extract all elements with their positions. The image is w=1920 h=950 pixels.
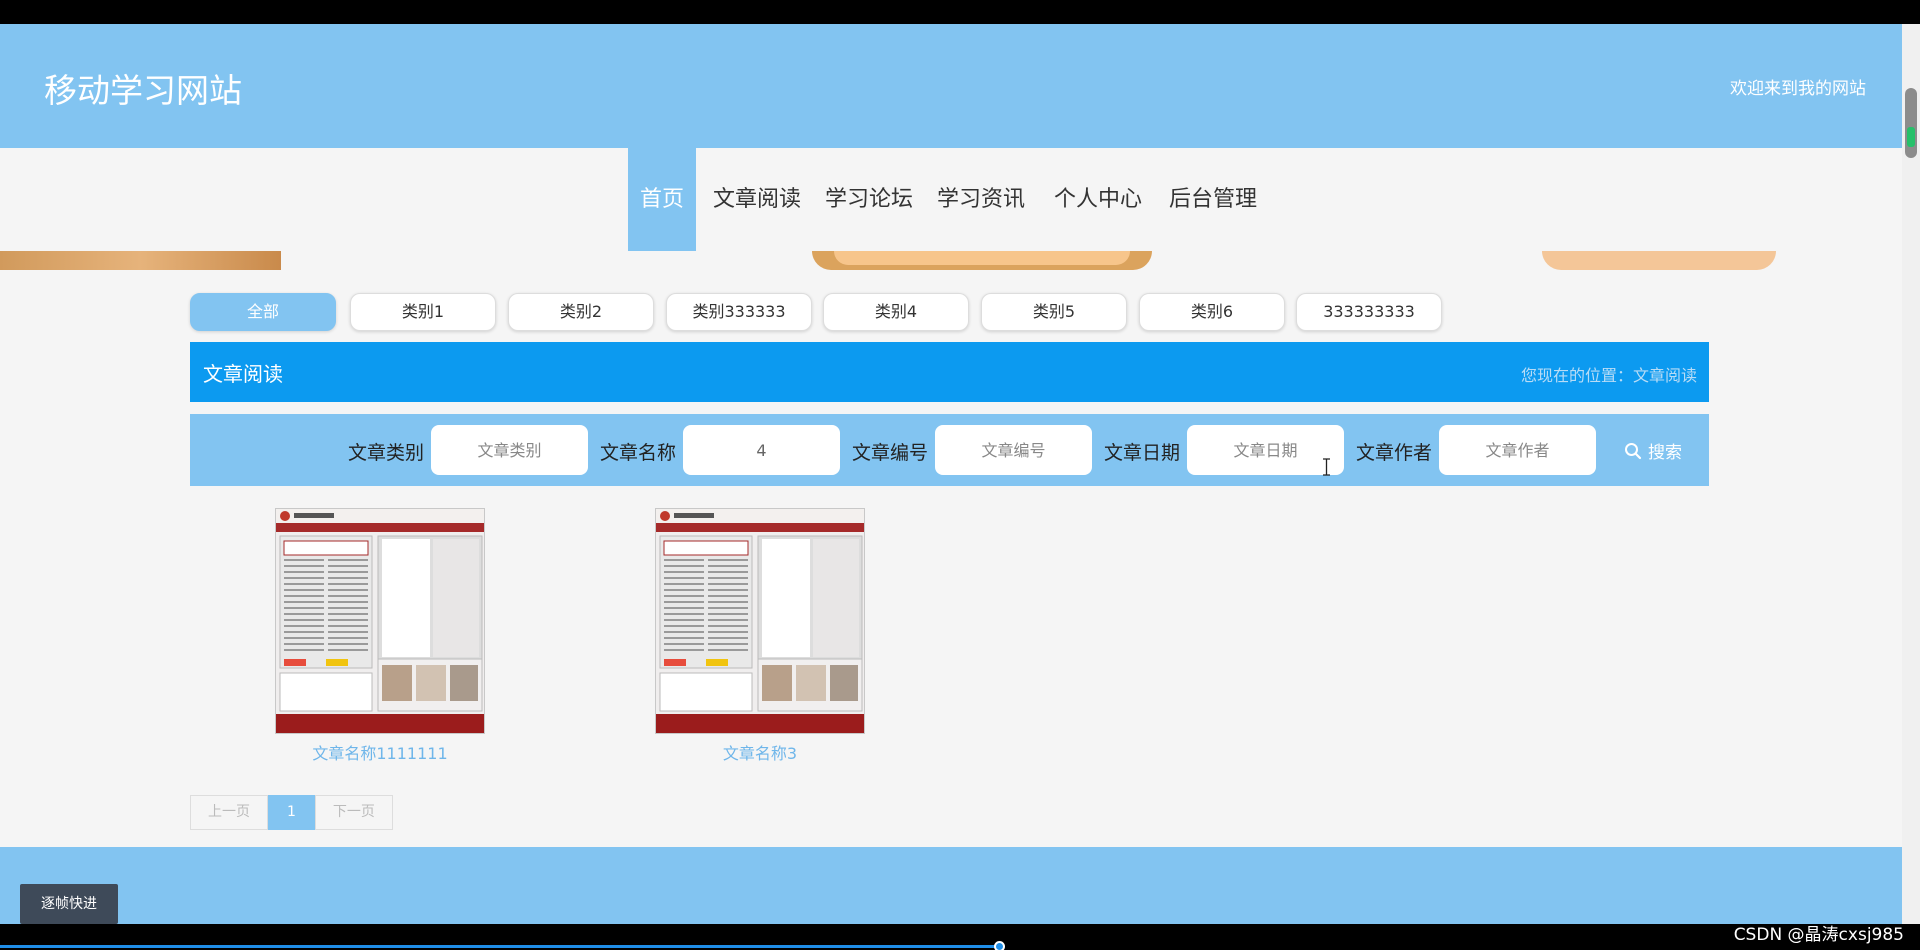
- search-bar: 文章类别 文章名称 文章编号 文章日期 文章作者 搜索: [190, 414, 1709, 486]
- category-tab[interactable]: 类别5: [981, 293, 1127, 331]
- category-tab[interactable]: 类别1: [350, 293, 496, 331]
- category-tab[interactable]: 类别333333: [666, 293, 812, 331]
- pagination-prev[interactable]: 上一页: [190, 795, 268, 830]
- category-tab[interactable]: 类别6: [1139, 293, 1285, 331]
- video-progress-handle[interactable]: [994, 941, 1005, 950]
- newspaper-thumbnail-image: [276, 509, 484, 733]
- search-label-name: 文章名称: [600, 442, 677, 464]
- search-icon: [1625, 442, 1642, 459]
- article-title[interactable]: 文章名称1111111: [275, 740, 485, 764]
- search-input-name[interactable]: [683, 425, 840, 475]
- banner-image: [1542, 251, 1776, 270]
- category-tab[interactable]: 类别2: [508, 293, 654, 331]
- banner-carousel[interactable]: [0, 251, 1902, 270]
- site-title[interactable]: 移动学习网站: [44, 64, 242, 112]
- frame-advance-button[interactable]: 逐帧快进: [20, 884, 118, 924]
- search-label-category: 文章类别: [348, 442, 425, 464]
- banner-image: [0, 251, 281, 270]
- text-cursor-icon: [1323, 458, 1330, 476]
- main-nav: 首页 文章阅读 学习论坛 学习资讯 个人中心 后台管理: [0, 148, 1902, 251]
- search-input-date[interactable]: [1187, 425, 1344, 475]
- nav-item-home[interactable]: 首页: [628, 148, 697, 251]
- newspaper-thumbnail-image: [656, 509, 864, 733]
- nav-item-profile[interactable]: 个人中心: [1042, 148, 1154, 251]
- article-card[interactable]: 文章名称1111111: [275, 508, 485, 764]
- browser-viewport: 移动学习网站 欢迎来到我的网站 首页 文章阅读 学习论坛 学习资讯 个人中心 后…: [0, 24, 1902, 924]
- category-tab[interactable]: 333333333: [1296, 293, 1442, 331]
- nav-item-articles[interactable]: 文章阅读: [701, 148, 813, 251]
- scrollbar-grip-icon: [1907, 127, 1915, 147]
- article-title[interactable]: 文章名称3: [655, 740, 865, 764]
- search-button-label: 搜索: [1648, 443, 1682, 463]
- banner-image: [812, 251, 1152, 270]
- breadcrumb: 您现在的位置：文章阅读: [1520, 366, 1697, 385]
- search-input-author[interactable]: [1439, 425, 1596, 475]
- search-input-number[interactable]: [935, 425, 1092, 475]
- article-thumbnail[interactable]: [275, 508, 485, 734]
- search-label-number: 文章编号: [852, 442, 929, 464]
- nav-item-forum[interactable]: 学习论坛: [813, 148, 925, 251]
- site-footer: [0, 847, 1902, 924]
- page-scrollbar[interactable]: [1902, 24, 1920, 924]
- category-tab-all[interactable]: 全部: [190, 293, 336, 331]
- site-header: 移动学习网站 欢迎来到我的网站: [0, 24, 1902, 148]
- pagination: 上一页 1 下一页: [190, 795, 393, 830]
- scrollbar-thumb[interactable]: [1905, 88, 1917, 158]
- pagination-page-current[interactable]: 1: [268, 795, 315, 830]
- search-input-category[interactable]: [431, 425, 588, 475]
- search-button[interactable]: 搜索: [1624, 438, 1682, 463]
- search-label-date: 文章日期: [1104, 442, 1181, 464]
- article-thumbnail[interactable]: [655, 508, 865, 734]
- category-tab[interactable]: 类别4: [823, 293, 969, 331]
- pagination-next[interactable]: 下一页: [314, 795, 393, 830]
- video-progress-bar[interactable]: [0, 945, 1000, 948]
- nav-item-news[interactable]: 学习资讯: [925, 148, 1037, 251]
- section-title: 文章阅读: [203, 362, 283, 386]
- welcome-text: 欢迎来到我的网站: [1730, 79, 1866, 99]
- article-card[interactable]: 文章名称3: [655, 508, 865, 764]
- search-label-author: 文章作者: [1356, 442, 1433, 464]
- nav-item-admin[interactable]: 后台管理: [1157, 148, 1269, 251]
- watermark: CSDN @晶涛cxsj985: [1733, 925, 1904, 945]
- section-title-bar: 文章阅读 您现在的位置：文章阅读: [190, 342, 1709, 402]
